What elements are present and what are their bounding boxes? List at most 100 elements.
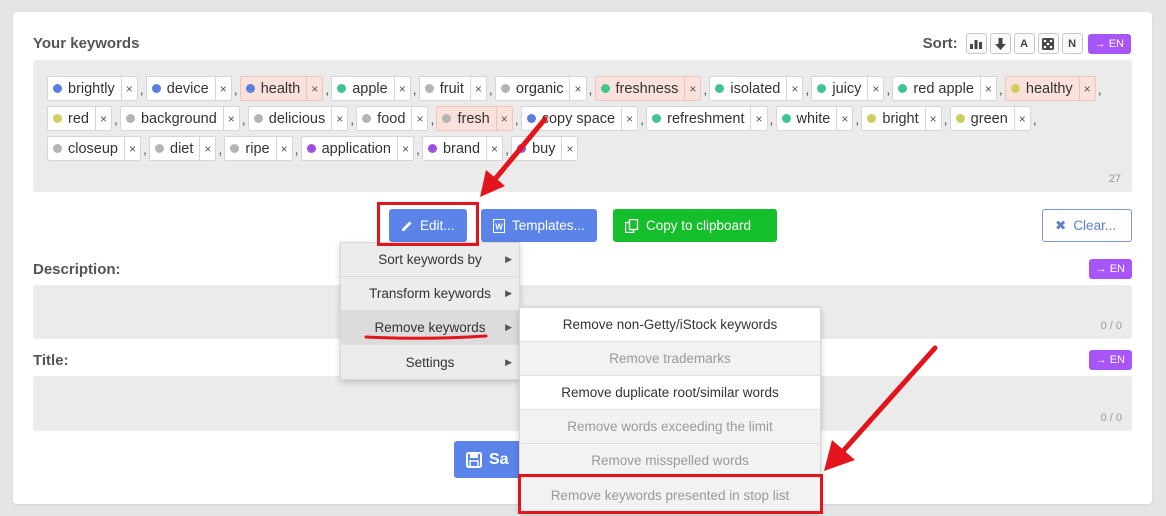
- remove-keyword-icon[interactable]: ×: [924, 107, 941, 130]
- keyword-tag[interactable]: delicious ×: [247, 106, 349, 131]
- triangle-right-icon: ▶: [505, 254, 512, 264]
- menu-item-transform-keywords[interactable]: Transform keywords ▶: [341, 277, 519, 311]
- edit-button-label: Edit...: [420, 218, 455, 233]
- keyword-tag[interactable]: green ×: [949, 106, 1031, 131]
- save-icon: [466, 451, 482, 468]
- submenu-item-remove-stop-list[interactable]: Remove keywords presented in stop list: [520, 478, 820, 512]
- keywords-row: brightly ×, device ×, health ×, apple ×, fruit ×,…: [47, 76, 1104, 101]
- keyword-color-dot: [337, 84, 347, 93]
- remove-keyword-icon[interactable]: ×: [836, 107, 852, 130]
- keyword-tag[interactable]: application ×: [300, 136, 414, 161]
- keyword-tag[interactable]: juicy ×: [811, 76, 885, 101]
- remove-keyword-icon[interactable]: ×: [786, 77, 802, 100]
- keyword-tag[interactable]: diet ×: [149, 136, 217, 161]
- keywords-count: 27: [1108, 173, 1121, 185]
- keyword-label: organic: [515, 80, 564, 97]
- keywords-translate-button[interactable]: → EN: [1087, 33, 1131, 54]
- remove-keyword-icon[interactable]: ×: [684, 77, 700, 100]
- edit-button[interactable]: Edit...: [389, 209, 467, 242]
- remove-keyword-icon[interactable]: ×: [411, 107, 427, 130]
- sort-n-button[interactable]: N: [1061, 33, 1083, 54]
- remove-keyword-icon[interactable]: ×: [561, 137, 577, 160]
- remove-keyword-icon[interactable]: ×: [331, 107, 347, 130]
- keyword-color-dot: [867, 114, 877, 123]
- keyword-tag[interactable]: background ×: [119, 106, 240, 131]
- keyword-separator: ,: [505, 140, 509, 157]
- remove-keyword-icon[interactable]: ×: [120, 77, 137, 100]
- keyword-color-dot: [600, 84, 610, 93]
- keywords-row: red ×, background ×, delicious ×, food ×, fresh ×…: [47, 106, 1039, 131]
- remove-keyword-icon[interactable]: ×: [867, 77, 883, 100]
- keyword-tag[interactable]: healthy ×: [1004, 76, 1096, 101]
- sort-descending-button[interactable]: [989, 33, 1011, 54]
- keyword-tag[interactable]: health ×: [239, 76, 324, 101]
- remove-keyword-icon[interactable]: ×: [396, 137, 413, 160]
- remove-keyword-icon[interactable]: ×: [214, 77, 231, 100]
- sort-random-button[interactable]: [1037, 33, 1059, 54]
- keyword-tag[interactable]: white ×: [775, 106, 854, 131]
- keyword-tag[interactable]: closeup ×: [47, 136, 141, 161]
- clear-button[interactable]: ✖ Clear...: [1042, 209, 1132, 242]
- keyword-label: copy space: [541, 110, 616, 127]
- keyword-tag[interactable]: buy ×: [511, 136, 579, 161]
- remove-keyword-icon[interactable]: ×: [1013, 107, 1030, 130]
- keyword-tag[interactable]: fruit ×: [418, 76, 487, 101]
- keyword-label: food: [377, 110, 406, 127]
- title-translate-button[interactable]: → EN: [1088, 350, 1132, 370]
- keyword-separator: ,: [514, 110, 519, 127]
- triangle-right-icon: ▶: [505, 322, 512, 332]
- remove-keyword-icon[interactable]: ×: [199, 137, 215, 160]
- remove-keyword-icon[interactable]: ×: [393, 77, 410, 100]
- keyword-tag[interactable]: fresh ×: [436, 106, 513, 131]
- remove-keyword-icon[interactable]: ×: [469, 77, 486, 100]
- remove-keyword-icon[interactable]: ×: [621, 107, 637, 130]
- keyword-tag[interactable]: red ×: [47, 106, 112, 131]
- remove-keyword-icon[interactable]: ×: [222, 107, 239, 130]
- keyword-tag[interactable]: brand ×: [421, 136, 504, 161]
- templates-button[interactable]: W Templates...: [481, 209, 597, 242]
- remove-keyword-icon[interactable]: ×: [275, 137, 292, 160]
- menu-item-sort-keywords-by[interactable]: Sort keywords by ▶: [341, 243, 519, 277]
- keyword-tag[interactable]: ripe ×: [224, 136, 293, 161]
- sort-by-frequency-button[interactable]: [965, 33, 987, 54]
- keyword-tag[interactable]: brightly ×: [47, 76, 138, 101]
- keyword-tag[interactable]: organic ×: [494, 76, 587, 101]
- keywords-area[interactable]: brightly ×, device ×, health ×, apple ×, fruit ×,…: [33, 60, 1132, 192]
- keyword-label: isolated: [730, 80, 781, 97]
- keyword-tag[interactable]: isolated ×: [709, 76, 804, 101]
- keyword-tag[interactable]: refreshment ×: [646, 106, 768, 131]
- remove-keyword-icon[interactable]: ×: [979, 77, 996, 100]
- remove-keyword-icon[interactable]: ×: [750, 107, 766, 130]
- keyword-tag[interactable]: food ×: [356, 106, 429, 131]
- remove-keyword-icon[interactable]: ×: [486, 137, 502, 160]
- keyword-label: closeup: [68, 140, 118, 157]
- keyword-tag[interactable]: device ×: [145, 76, 232, 101]
- submenu-item-remove-duplicate-root[interactable]: Remove duplicate root/similar words: [520, 376, 820, 410]
- remove-keyword-icon[interactable]: ×: [1078, 77, 1095, 100]
- remove-keyword-icon[interactable]: ×: [94, 107, 111, 130]
- templates-button-label: Templates...: [512, 218, 585, 233]
- remove-keyword-icon[interactable]: ×: [123, 137, 140, 160]
- sort-alphabetical-button[interactable]: A: [1013, 33, 1035, 54]
- keyword-color-dot: [817, 84, 827, 93]
- remove-keyword-icon[interactable]: ×: [495, 107, 512, 130]
- keyword-label: brand: [442, 140, 481, 157]
- menu-item-settings[interactable]: Settings ▶: [341, 345, 519, 379]
- keyword-separator: ,: [325, 80, 330, 97]
- keyword-tag[interactable]: bright ×: [861, 106, 942, 131]
- keywords-title: Your keywords: [33, 35, 140, 52]
- keyword-color-dot: [424, 84, 434, 93]
- keyword-tag[interactable]: copy space ×: [520, 106, 639, 131]
- copy-to-clipboard-button[interactable]: Copy to clipboard: [613, 209, 777, 242]
- keyword-tag[interactable]: red apple ×: [892, 76, 997, 101]
- menu-item-remove-keywords[interactable]: Remove keywords ▶: [341, 311, 519, 345]
- remove-keywords-submenu: Remove non-Getty/iStock keywords Remove …: [519, 307, 821, 513]
- keyword-separator: ,: [640, 110, 644, 127]
- remove-keyword-icon[interactable]: ×: [306, 77, 322, 100]
- submenu-item-remove-non-getty[interactable]: Remove non-Getty/iStock keywords: [520, 308, 820, 342]
- description-translate-button[interactable]: → EN: [1088, 259, 1132, 279]
- remove-keyword-icon[interactable]: ×: [569, 77, 585, 100]
- keyword-tag[interactable]: freshness ×: [594, 76, 702, 101]
- keyword-label: refreshment: [667, 110, 745, 127]
- keyword-tag[interactable]: apple ×: [331, 76, 411, 101]
